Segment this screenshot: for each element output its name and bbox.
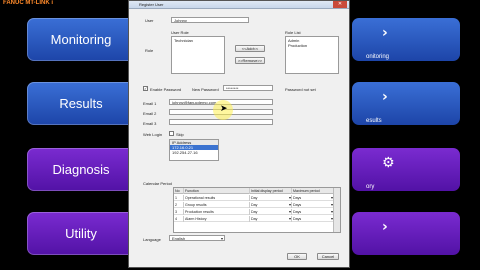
tile-label: onitoring (366, 54, 390, 60)
tile-history[interactable]: ⚙ ory (352, 148, 460, 191)
table-header: No Function Initial display period Maxim… (174, 188, 340, 194)
col-max: Maximum period (292, 188, 334, 194)
cell-no: 3 (174, 209, 184, 215)
web-login-skip-label: Skip (176, 132, 184, 137)
dialog-title: Register User (139, 2, 164, 7)
initial-period-select[interactable]: Day (250, 195, 292, 201)
col-no: No (174, 188, 184, 194)
enable-password-label: Enable Password (150, 87, 182, 92)
menu-results-button[interactable]: Results (27, 82, 135, 125)
password-status: Password not set (285, 87, 316, 92)
initial-period-select[interactable]: Day (250, 216, 292, 222)
email1-label: Email 1 (143, 101, 157, 106)
gear-icon: ⚙ (382, 155, 395, 171)
cell-function: Production results (184, 209, 250, 215)
user-role-list[interactable]: Technician (171, 36, 225, 74)
user-label: User (145, 18, 154, 23)
new-password-input[interactable]: ******** (223, 85, 273, 91)
chevron-right-icon: › (382, 219, 388, 235)
cell-no: 1 (174, 195, 184, 201)
user-input[interactable]: Johnny (171, 17, 249, 23)
cell-function: Alarm History (184, 216, 250, 222)
tile-label: esults (366, 118, 382, 124)
language-label: Language (143, 237, 161, 242)
tile-monitoring[interactable]: › onitoring (352, 18, 460, 61)
max-period-select[interactable]: Days (292, 209, 334, 215)
list-item[interactable]: Production (288, 43, 336, 48)
cell-function: Operational results (184, 195, 250, 201)
calendar-period-label: Calendar Period (143, 181, 172, 186)
table-row: 2 Group results Day Days (174, 202, 340, 208)
initial-period-select[interactable]: Day (250, 209, 292, 215)
chevron-right-icon: › (382, 25, 388, 41)
dialog-titlebar: Register User ✕ (129, 1, 349, 9)
role-label: Role (145, 48, 154, 53)
tile-results[interactable]: › esults (352, 82, 460, 125)
table-row: 1 Operational results Day Days (174, 195, 340, 201)
add-role-button[interactable]: <<Add<< (235, 45, 265, 52)
chevron-right-icon: › (382, 89, 388, 105)
calendar-period-table: No Function Initial display period Maxim… (173, 187, 341, 233)
initial-period-select[interactable]: Day (250, 202, 292, 208)
ip-address-list[interactable]: IP Address 172.16.0.21 192.254.27.16 (169, 139, 219, 161)
cell-no: 2 (174, 202, 184, 208)
list-item[interactable]: 192.254.27.16 (170, 150, 218, 155)
new-password-label: New Password (192, 87, 219, 92)
cell-no: 4 (174, 216, 184, 222)
tile-utility[interactable]: › (352, 212, 460, 255)
menu-monitoring-button[interactable]: Monitoring (27, 18, 135, 61)
ok-button[interactable]: OK (287, 253, 307, 260)
web-login-label: Web Login (143, 132, 163, 137)
web-login-skip-checkbox[interactable] (169, 131, 174, 136)
language-select[interactable]: English ▾ (169, 235, 225, 241)
table-scrollbar[interactable] (333, 188, 340, 232)
email2-label: Email 2 (143, 111, 157, 116)
menu-diagnosis-button[interactable]: Diagnosis (27, 148, 135, 191)
role-list[interactable]: Admin Production (285, 36, 339, 74)
table-row: 4 Alarm History Day Days (174, 216, 340, 222)
max-period-select[interactable]: Days (292, 195, 334, 201)
menu-utility-button[interactable]: Utility (27, 212, 135, 255)
remove-role-button[interactable]: >>Remove>> (235, 57, 265, 64)
cancel-button[interactable]: Cancel (317, 253, 339, 260)
max-period-select[interactable]: Days (292, 202, 334, 208)
tile-label: ory (366, 184, 375, 190)
table-row: 3 Production results Day Days (174, 209, 340, 215)
enable-password-checkbox[interactable]: ✓ (143, 86, 148, 91)
col-function: Function (184, 188, 250, 194)
user-role-label: User Role (171, 30, 189, 35)
role-list-label: Role List (285, 30, 301, 35)
col-initial: Initial display period (250, 188, 292, 194)
chevron-down-icon: ▾ (220, 236, 223, 241)
logo: FANUC MT-LINK i (3, 0, 53, 6)
max-period-select[interactable]: Days (292, 216, 334, 222)
cell-function: Group results (184, 202, 250, 208)
register-user-dialog: Register User ✕ User Johnny User Role Ro… (128, 0, 350, 268)
close-icon[interactable]: ✕ (333, 1, 347, 8)
mouse-cursor-icon: ➤ (220, 104, 228, 114)
email3-label: Email 3 (143, 121, 157, 126)
list-item[interactable]: Technician (174, 38, 222, 43)
